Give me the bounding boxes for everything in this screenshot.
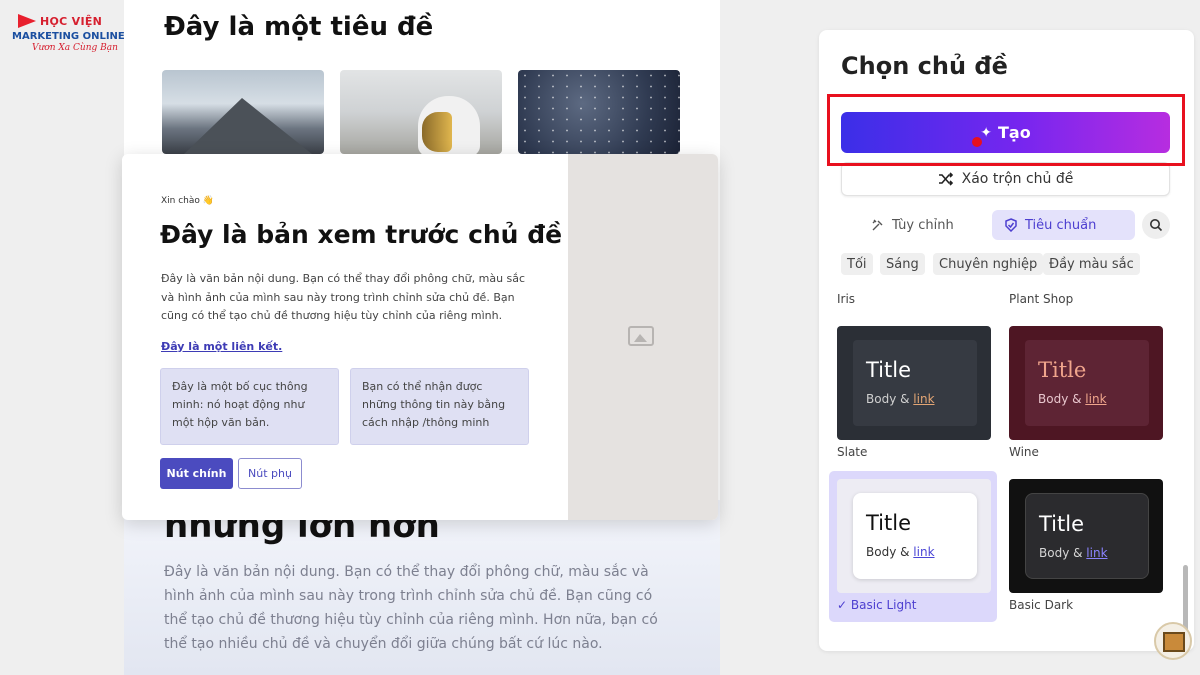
search-button[interactable] [1142,211,1170,239]
theme-title-sample: Title [866,358,912,382]
create-theme-button[interactable]: ✦ Tạo [841,112,1170,153]
theme-card-inner: Title Body & link [1025,493,1149,579]
shuffle-icon [938,172,953,186]
theme-card-inner: Title Body & link [1025,340,1149,426]
create-button-label: Tạo [998,123,1031,142]
sparkle-icon: ✦ [980,124,993,141]
theme-link-sample: link [913,545,935,559]
shuffle-theme-button[interactable]: Xáo trộn chủ đề [841,162,1170,196]
tab-custom-label: Tùy chỉnh [892,217,954,233]
theme-name-basic-dark: Basic Dark [1009,598,1074,612]
play-logo-icon [18,14,36,28]
search-icon [1150,219,1163,232]
theme-card-basic-dark[interactable]: Title Body & link [1009,479,1163,593]
filter-professional[interactable]: Chuyên nghiệp [933,253,1044,275]
preview-link[interactable]: Đây là một liên kết. [161,340,282,353]
primary-button[interactable]: Nút chính [160,458,233,489]
theme-title-sample: Title [866,511,912,535]
lower-body-text[interactable]: Đây là văn bản nội dung. Bạn có thể thay… [164,560,674,656]
theme-title-sample: Title [1039,512,1085,536]
theme-card-inner: Title Body & link [853,493,977,579]
logo-line-1: HỌC VIỆN [40,15,103,28]
theme-body-text: Body & [866,392,910,406]
theme-body-text: Body & [1039,546,1083,560]
edit-brush-icon [872,219,883,231]
filter-dark[interactable]: Tối [841,253,873,275]
document-title[interactable]: Đây là một tiêu đề [164,12,433,42]
theme-name-wine: Wine [1009,445,1039,459]
selected-theme-name: ✓ Basic Light [837,598,916,612]
widget-image-icon [1163,632,1185,652]
mountain-image[interactable] [162,70,324,154]
logo-slogan: Vươn Xa Cùng Bạn [32,43,118,53]
floating-help-widget[interactable] [1154,622,1192,660]
tab-standard[interactable]: Tiêu chuẩn [992,210,1135,240]
smart-layout-box-2: Bạn có thể nhận được những thông tin này… [350,368,529,445]
brand-logo: HỌC VIỆN MARKETING ONLINE Vươn Xa Cùng B… [10,8,125,54]
theme-name-slate: Slate [837,445,868,459]
preview-body: Đây là văn bản nội dung. Bạn có thể thay… [161,272,526,322]
theme-card-slate[interactable]: Title Body & link [837,326,991,440]
panel-title: Chọn chủ đề [841,52,1008,80]
shuffle-button-label: Xáo trộn chủ đề [961,171,1074,187]
tab-standard-label: Tiêu chuẩn [1025,217,1097,233]
starry-sky-image[interactable] [518,70,680,154]
filter-colorful[interactable]: Đầy màu sắc [1043,253,1140,275]
theme-body-sample: Body & link [1039,546,1108,560]
theme-label-plant-shop[interactable]: Plant Shop [1009,292,1073,306]
theme-title-sample: Title [1038,358,1087,382]
theme-body-text: Body & [1038,392,1082,406]
tab-custom[interactable]: Tùy chỉnh [859,210,966,240]
astronaut-image[interactable] [340,70,502,154]
theme-card-wine[interactable]: Title Body & link [1009,326,1163,440]
theme-body-sample: Body & link [866,545,935,559]
theme-preview-card: Xin chào 👋 Đây là bản xem trước chủ đề Đ… [122,154,718,520]
theme-card-inner: Title Body & link [853,340,977,426]
theme-name-basic-light: Basic Light [850,598,917,612]
theme-link-sample: link [913,392,935,406]
stars-pattern [518,70,680,154]
checkmark-icon: ✓ [837,598,848,612]
filter-light[interactable]: Sáng [880,253,925,275]
secondary-button[interactable]: Nút phụ [238,458,302,489]
preview-image-placeholder [568,154,718,520]
theme-card-basic-light[interactable]: Title Body & link [837,479,991,593]
preview-greeting: Xin chào 👋 [161,196,214,206]
logo-line-2: MARKETING ONLINE [12,31,125,42]
theme-body-sample: Body & link [866,392,935,406]
theme-picker-panel: Chọn chủ đề ✦ Tạo Xáo trộn chủ đề Tùy ch… [819,30,1194,651]
theme-link-sample: link [1085,392,1107,406]
astronaut-visor [422,112,452,152]
theme-body-text: Body & [866,545,910,559]
mountain-shape [184,98,312,154]
theme-body-sample: Body & link [1038,392,1107,406]
theme-label-iris[interactable]: Iris [837,292,855,306]
cursor-click-indicator [972,137,982,147]
image-icon [628,326,654,346]
theme-link-sample: link [1086,546,1108,560]
badge-check-icon [1005,218,1017,232]
preview-title: Đây là bản xem trước chủ đề [160,220,563,249]
smart-layout-box-1: Đây là một bố cục thông minh: nó hoạt độ… [160,368,339,445]
